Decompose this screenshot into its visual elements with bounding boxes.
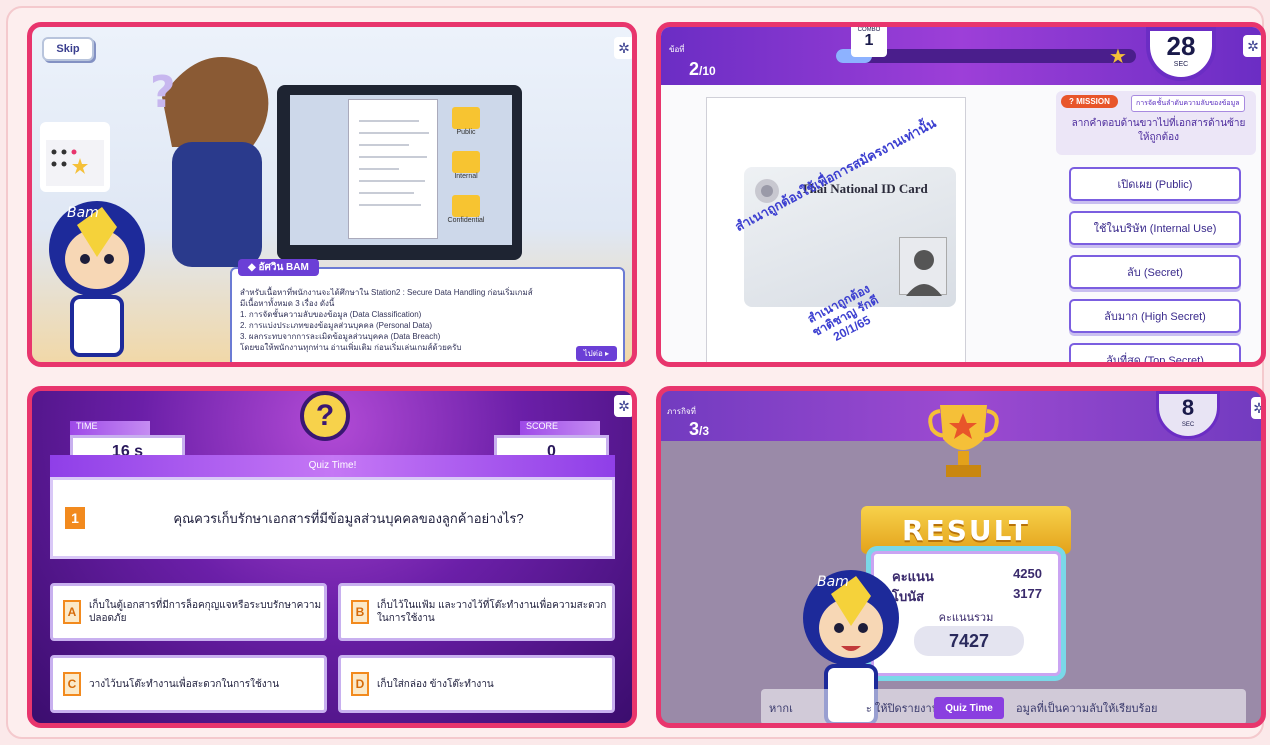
option-high-secret[interactable]: ลับมาก (High Secret) [1069,299,1241,333]
option-top-secret[interactable]: ลับที่สุด (Top Secret) [1069,343,1241,362]
answer-c[interactable]: C วางไว้บนโต๊ะทำงานเพื่อสะดวกในการใช้งาน [50,655,327,713]
skip-button[interactable]: Skip [42,37,94,61]
svg-text:?: ? [150,67,176,118]
answer-letter: A [63,600,81,624]
quiz-question-icon: ? [300,391,350,441]
answer-b[interactable]: B เก็บไว้ในแฟ้ม และวางไว้ที่โต๊ะทำงานเพื… [338,583,615,641]
time-label: TIME [70,421,150,435]
mission-instruction: ลากคำตอบด้านขวาไปที่เอกสารด้านซ้ายให้ถูก… [1071,118,1246,143]
folder-internal[interactable]: Internal [452,151,486,180]
question-label: ข้อที่ [669,45,685,54]
classification-panel: ข้อที่ 2/10 COMBO 1 ★ 28 SEC ✲ Thai Nati… [656,22,1266,367]
dialog-line: มีเนื้อหาทั้งหมด 3 เรื่อง ดังนี้ [240,299,335,308]
quiz-time-button[interactable]: Quiz Time [934,697,1004,719]
question-counter: 2/10 [689,59,716,79]
result-banner: RESULT [861,506,1071,554]
folder-public[interactable]: Public [452,107,486,136]
wall-calendar [40,122,110,192]
quiz-panel: ? ✲ TIME 16 s SCORE 0 Quiz Time! 1 คุณคว… [27,386,637,728]
mission-topic: การจัดชั้นลำดับความลับของข้อมูล [1131,95,1245,112]
mission-label: ภารกิจที่ [667,407,696,416]
answer-text: เก็บไว้ในแฟ้ม และวางไว้ที่โต๊ะทำงานเพื่อ… [377,600,607,624]
result-panel: ภารกิจที่ 3/3 8 SEC ✲ RESULT คะแนน 4250 โ… [656,386,1266,728]
answer-text: เก็บใส่กล่อง ข้างโต๊ะทำงาน [377,678,494,690]
answer-letter: C [63,672,81,696]
speaker-name: ◆ อัศวิน BAM [238,259,319,276]
svg-text:Bam: Bam [67,205,99,221]
answer-d[interactable]: D เก็บใส่กล่อง ข้างโต๊ะทำงาน [338,655,615,713]
mission-counter: 3/3 [689,419,710,439]
settings-gear-icon[interactable]: ✲ [614,37,632,59]
folder-icon [452,151,480,173]
id-photo [899,237,947,296]
svg-text:Bam: Bam [817,574,849,590]
settings-gear-icon[interactable]: ✲ [1243,35,1261,57]
star-bonus-icon: ★ [1109,46,1127,68]
answer-a[interactable]: A เก็บในตู้เอกสารที่มีการล็อคกุญแจหรือระ… [50,583,327,641]
settings-gear-icon[interactable]: ✲ [614,395,632,417]
folder-icon [452,107,480,129]
dialog-line: 2. การแบ่งประเภทของข้อมูลส่วนบุคคล (Pers… [240,321,433,330]
folder-confidential[interactable]: Confidential [448,195,486,224]
trophy-icon [928,405,999,477]
settings-gear-icon[interactable]: ✲ [1251,397,1261,419]
score-label: SCORE [520,421,600,435]
folder-icon [452,195,480,217]
question-text: คุณควรเก็บรักษาเอกสารที่มีข้อมูลส่วนบุคค… [173,510,524,526]
next-button[interactable]: ไปต่อ ▸ [575,346,617,361]
score-row: คะแนน 4250 [892,566,1042,584]
dialog-line: 3. ผลกระทบจากการละเมิดข้อมูลส่วนบุคคล (D… [240,332,441,341]
dialog-line: 1. การจัดชั้นความลับของข้อมูล (Data Clas… [240,310,422,319]
dialog-line: สำหรับเนื้อหาที่พนักงานจะได้ศึกษาใน Stat… [240,288,533,297]
bonus-row: โบนัส 3177 [892,586,1042,604]
answer-letter: D [351,672,369,696]
answer-text: เก็บในตู้เอกสารที่มีการล็อคกุญแจหรือระบบ… [89,600,322,624]
answer-text: วางไว้บนโต๊ะทำงานเพื่อสะดวกในการใช้งาน [89,678,280,690]
option-secret[interactable]: ลับ (Secret) [1069,255,1241,289]
narrator-dialog: ◆ อัศวิน BAM สำหรับเนื้อหาที่พนักงานจะได… [230,259,625,362]
onscreen-document [348,99,438,239]
mission-tag: ? MISSION [1061,95,1118,108]
dialog-line: โดยขอให้พนักงานทุกท่าน อ่านเพิ่มเติม ก่อ… [240,343,462,352]
total-score: 7427 [914,626,1024,656]
question-number: 1 [65,507,85,529]
option-internal-use[interactable]: ใช้ในบริษัท (Internal Use) [1069,211,1241,245]
answer-letter: B [351,600,369,624]
calendar-icon [46,140,104,186]
question-box: 1 คุณควรเก็บรักษาเอกสารที่มีข้อมูลส่วนบุ… [50,477,615,559]
quiz-banner: Quiz Time! [50,455,615,477]
bam-mascot: Bam [49,201,145,357]
combo-counter: COMBO 1 [851,27,887,57]
option-public[interactable]: เปิดเผย (Public) [1069,167,1241,201]
story-panel: Skip ✲ Public Internal Confidential ? Ba… [27,22,637,367]
